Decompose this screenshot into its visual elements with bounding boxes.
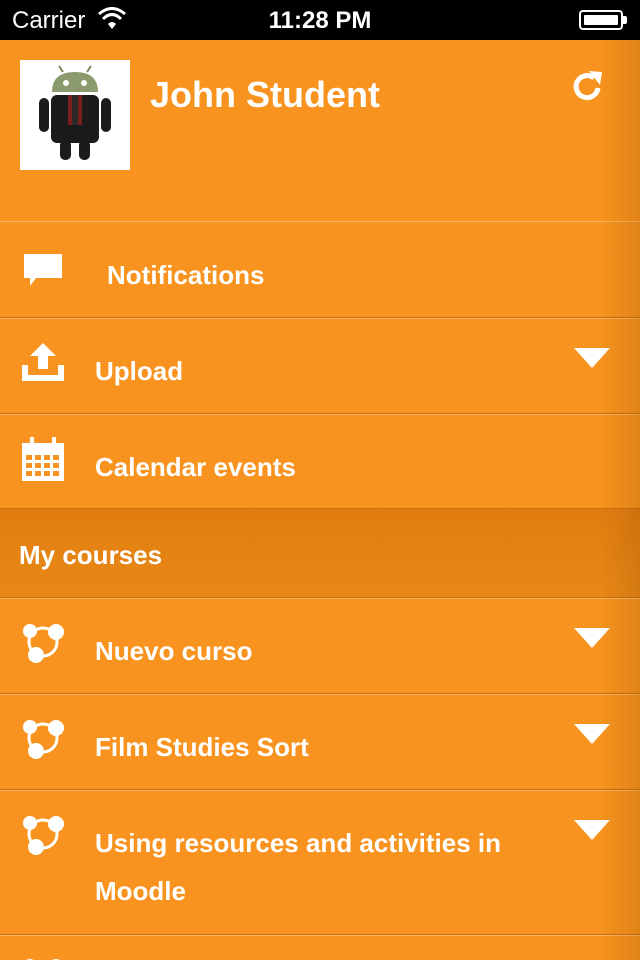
refresh-icon[interactable] — [570, 68, 606, 104]
course-item-partial[interactable] — [0, 935, 640, 960]
chevron-down-icon[interactable] — [574, 628, 610, 650]
profile-header: John Student — [0, 40, 640, 222]
menu-item-label: Notifications — [107, 260, 265, 290]
moodle-course-icon — [26, 959, 60, 960]
chevron-down-icon[interactable] — [574, 724, 610, 746]
android-avatar-icon[interactable] — [20, 60, 130, 170]
course-item-using-resources[interactable]: Using resources and activities in Moodle — [0, 790, 640, 935]
upload-icon — [22, 343, 64, 381]
chevron-down-icon[interactable] — [574, 820, 610, 842]
side-menu: John Student Notifications Upload Calend… — [0, 40, 640, 960]
course-label: Nuevo curso — [95, 636, 253, 666]
menu-item-label: Calendar events — [95, 452, 296, 482]
section-header-label: My courses — [19, 540, 163, 570]
section-header-my-courses: My courses — [0, 508, 640, 598]
menu-item-label: Upload — [95, 356, 184, 386]
menu-item-notifications[interactable]: Notifications — [0, 221, 640, 318]
course-item-film-studies-sort[interactable]: Film Studies Sort — [0, 694, 640, 790]
moodle-course-icon — [23, 624, 64, 663]
menu-item-upload[interactable]: Upload — [0, 318, 640, 414]
status-time: 11:28 PM — [268, 7, 372, 34]
moodle-course-icon — [23, 816, 64, 855]
android-robot-image — [20, 60, 130, 170]
calendar-icon — [22, 437, 64, 481]
chevron-down-icon[interactable] — [574, 348, 610, 370]
battery-icon — [579, 10, 623, 30]
user-name: John Student — [150, 74, 380, 115]
speech-bubble-icon — [24, 254, 62, 286]
menu-item-calendar-events[interactable]: Calendar events — [0, 414, 640, 510]
status-bar: Carrier 11:28 PM — [0, 0, 640, 40]
course-label-line1: Using resources and activities in — [95, 828, 502, 858]
moodle-course-icon — [23, 720, 64, 759]
course-label-line2: Moodle — [95, 876, 186, 906]
course-item-nuevo-curso[interactable]: Nuevo curso — [0, 598, 640, 694]
battery-tip — [623, 16, 627, 24]
course-label: Film Studies Sort — [95, 732, 309, 762]
